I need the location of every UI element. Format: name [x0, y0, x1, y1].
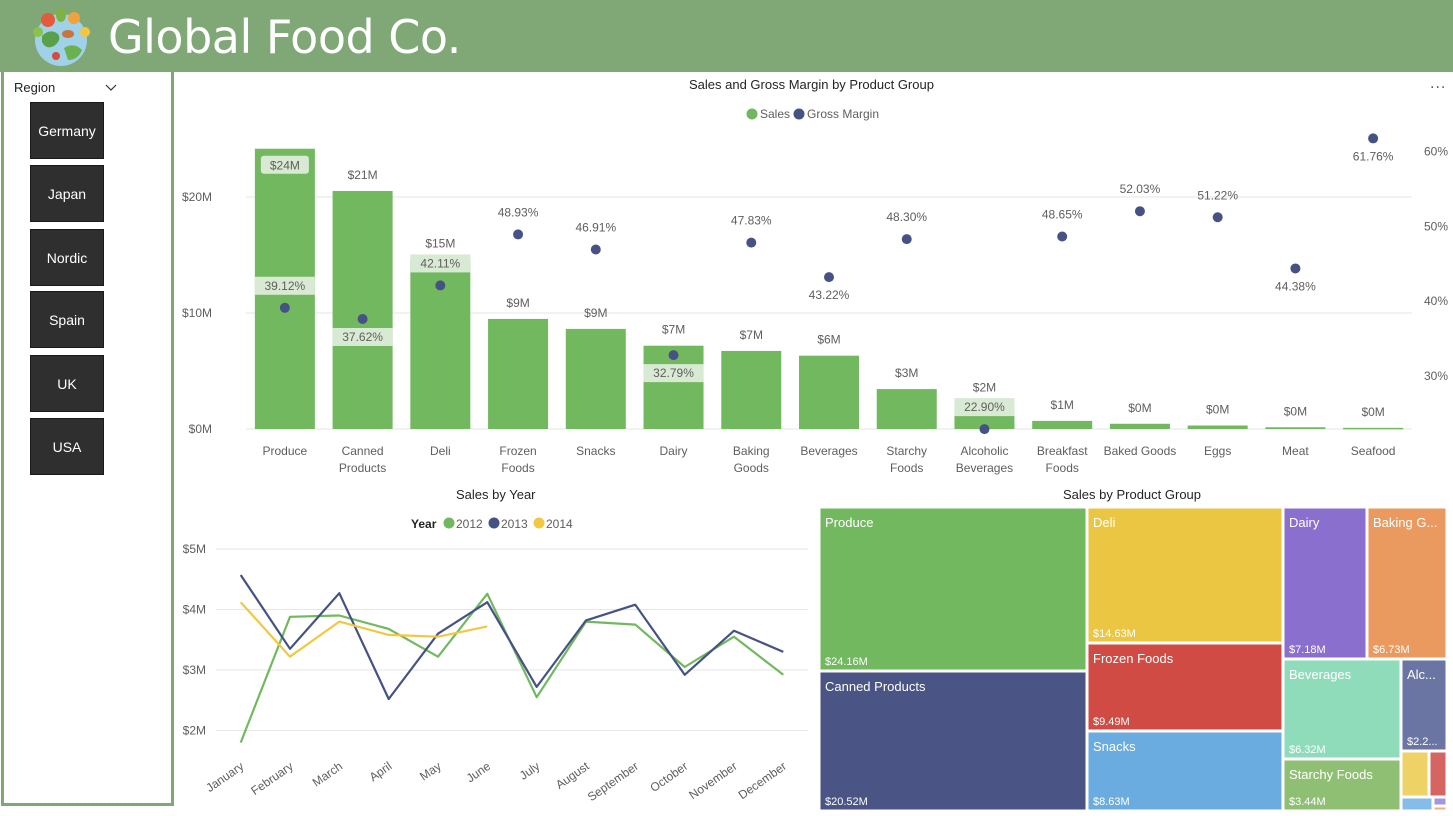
x-tick-label: Alcoholic: [960, 444, 1008, 458]
margin-data-label: 22.90%: [964, 400, 1005, 414]
y2-tick-label: 30%: [1424, 369, 1448, 383]
x-tick-label: Foods: [1046, 461, 1079, 475]
sales-data-label: $7M: [662, 323, 685, 337]
sales-data-label: $0M: [1361, 405, 1384, 419]
bar-seafood: [1343, 427, 1404, 430]
margin-data-label: 61.76%: [1353, 149, 1394, 163]
x-tick-label: Baked Goods: [1104, 444, 1177, 458]
margin-point-beverages: [824, 272, 834, 283]
bar-frozen-foods: [488, 318, 549, 429]
sales-data-label: $0M: [1284, 404, 1307, 418]
sales-data-label: $24M: [270, 159, 300, 173]
bar-eggs: [1187, 425, 1248, 429]
sales-data-label: $15M: [425, 236, 455, 250]
margin-point-meat: [1290, 263, 1301, 274]
y-tick-label: $0M: [189, 422, 212, 436]
x-tick-label: Produce: [263, 444, 308, 458]
bar-beverages: [799, 355, 859, 429]
x-tick-label: Starchy: [886, 444, 927, 458]
margin-data-label: 51.22%: [1197, 188, 1238, 202]
margin-point-frozen-foods: [513, 229, 524, 240]
margin-data-label: 37.62%: [342, 330, 383, 344]
x-tick-label: Foods: [501, 461, 534, 475]
x-tick-label: Meat: [1282, 444, 1309, 458]
sales-margin-combo-chart: Sales Gross Margin $0M $10M $20M 30% 40% 50% 60%…: [182, 107, 1448, 475]
bar-meat: [1265, 427, 1326, 429]
margin-point-seafood: [1368, 133, 1379, 144]
line-chart-title: Sales by Year: [456, 487, 536, 502]
margin-data-label: 48.93%: [498, 205, 539, 219]
bar-canned-products: [332, 190, 393, 429]
margin-point-breakfast-foods: [1057, 231, 1068, 242]
x-tick-label: Seafood: [1351, 444, 1396, 458]
margin-point-starchy-foods: [901, 234, 912, 245]
margin-data-label: 44.38%: [1275, 279, 1316, 293]
x-tick-label: Deli: [430, 444, 451, 458]
margin-point-eggs: [1212, 212, 1223, 223]
treemap-title: Sales by Product Group: [1063, 487, 1202, 502]
sales-data-label: $0M: [1128, 401, 1151, 415]
legend-sales-marker: [746, 108, 758, 120]
y-tick-label: $20M: [182, 190, 212, 204]
x-tick-label: Dairy: [660, 444, 688, 458]
x-tick-label: Baking: [733, 444, 770, 458]
sales-data-label: $0M: [1206, 403, 1229, 417]
x-tick-label: Beverages: [800, 444, 857, 458]
combo-chart-legend: Sales Gross Margin: [746, 107, 879, 121]
margin-data-label: 43.22%: [809, 288, 850, 302]
x-tick-label: Foods: [890, 461, 923, 475]
sales-data-label: $9M: [584, 306, 607, 320]
bar-baked-goods: [1109, 423, 1170, 429]
x-tick-label: Frozen: [499, 444, 536, 458]
margin-point-baked-goods: [1134, 206, 1145, 217]
sales-data-label: $21M: [348, 168, 378, 182]
y2-tick-label: 60%: [1424, 145, 1448, 159]
sales-data-label: $2M: [973, 380, 996, 394]
margin-point-snacks: [590, 244, 601, 255]
bar-breakfast-foods: [1032, 420, 1093, 429]
y2-tick-label: 40%: [1424, 294, 1448, 308]
margin-data-label: 52.03%: [1120, 182, 1161, 196]
x-tick-label: Snacks: [576, 444, 615, 458]
legend-margin-label: Gross Margin: [807, 107, 879, 121]
margin-data-label: 46.91%: [575, 221, 616, 235]
legend-margin-marker: [793, 108, 805, 120]
margin-data-label: 39.12%: [265, 279, 306, 293]
bar-starchy-foods: [876, 389, 937, 429]
margin-point-canned-products: [357, 314, 368, 325]
sales-data-label: $3M: [895, 366, 918, 380]
margin-point-deli: [435, 280, 446, 291]
margin-point-alcoholic-beverages: [979, 424, 990, 435]
margin-data-label: 42.11%: [420, 256, 460, 270]
x-tick-label: Goods: [734, 461, 769, 475]
y2-tick-label: 50%: [1424, 219, 1448, 233]
x-tick-label: Beverages: [956, 461, 1013, 475]
bar-snacks: [565, 328, 626, 429]
margin-data-label: 32.79%: [653, 366, 694, 380]
margin-point-baking-goods: [746, 237, 757, 248]
margin-data-label: 48.65%: [1042, 207, 1083, 221]
x-tick-label: Products: [339, 461, 386, 475]
legend-sales-label: Sales: [760, 107, 790, 121]
y-tick-label: $10M: [182, 306, 212, 320]
x-tick-label: Canned: [342, 444, 384, 458]
sales-data-label: $6M: [817, 333, 840, 347]
x-tick-label: Breakfast: [1037, 444, 1088, 458]
sales-data-label: $7M: [740, 328, 763, 342]
sales-data-label: $9M: [506, 296, 529, 310]
x-tick-label: Eggs: [1204, 444, 1231, 458]
sales-data-label: $1M: [1051, 398, 1074, 412]
margin-data-label: 47.83%: [731, 214, 772, 228]
margin-point-dairy: [668, 350, 679, 361]
margin-data-label: 48.30%: [886, 210, 927, 224]
bar-baking-goods: [721, 350, 782, 429]
margin-point-produce: [279, 302, 290, 313]
